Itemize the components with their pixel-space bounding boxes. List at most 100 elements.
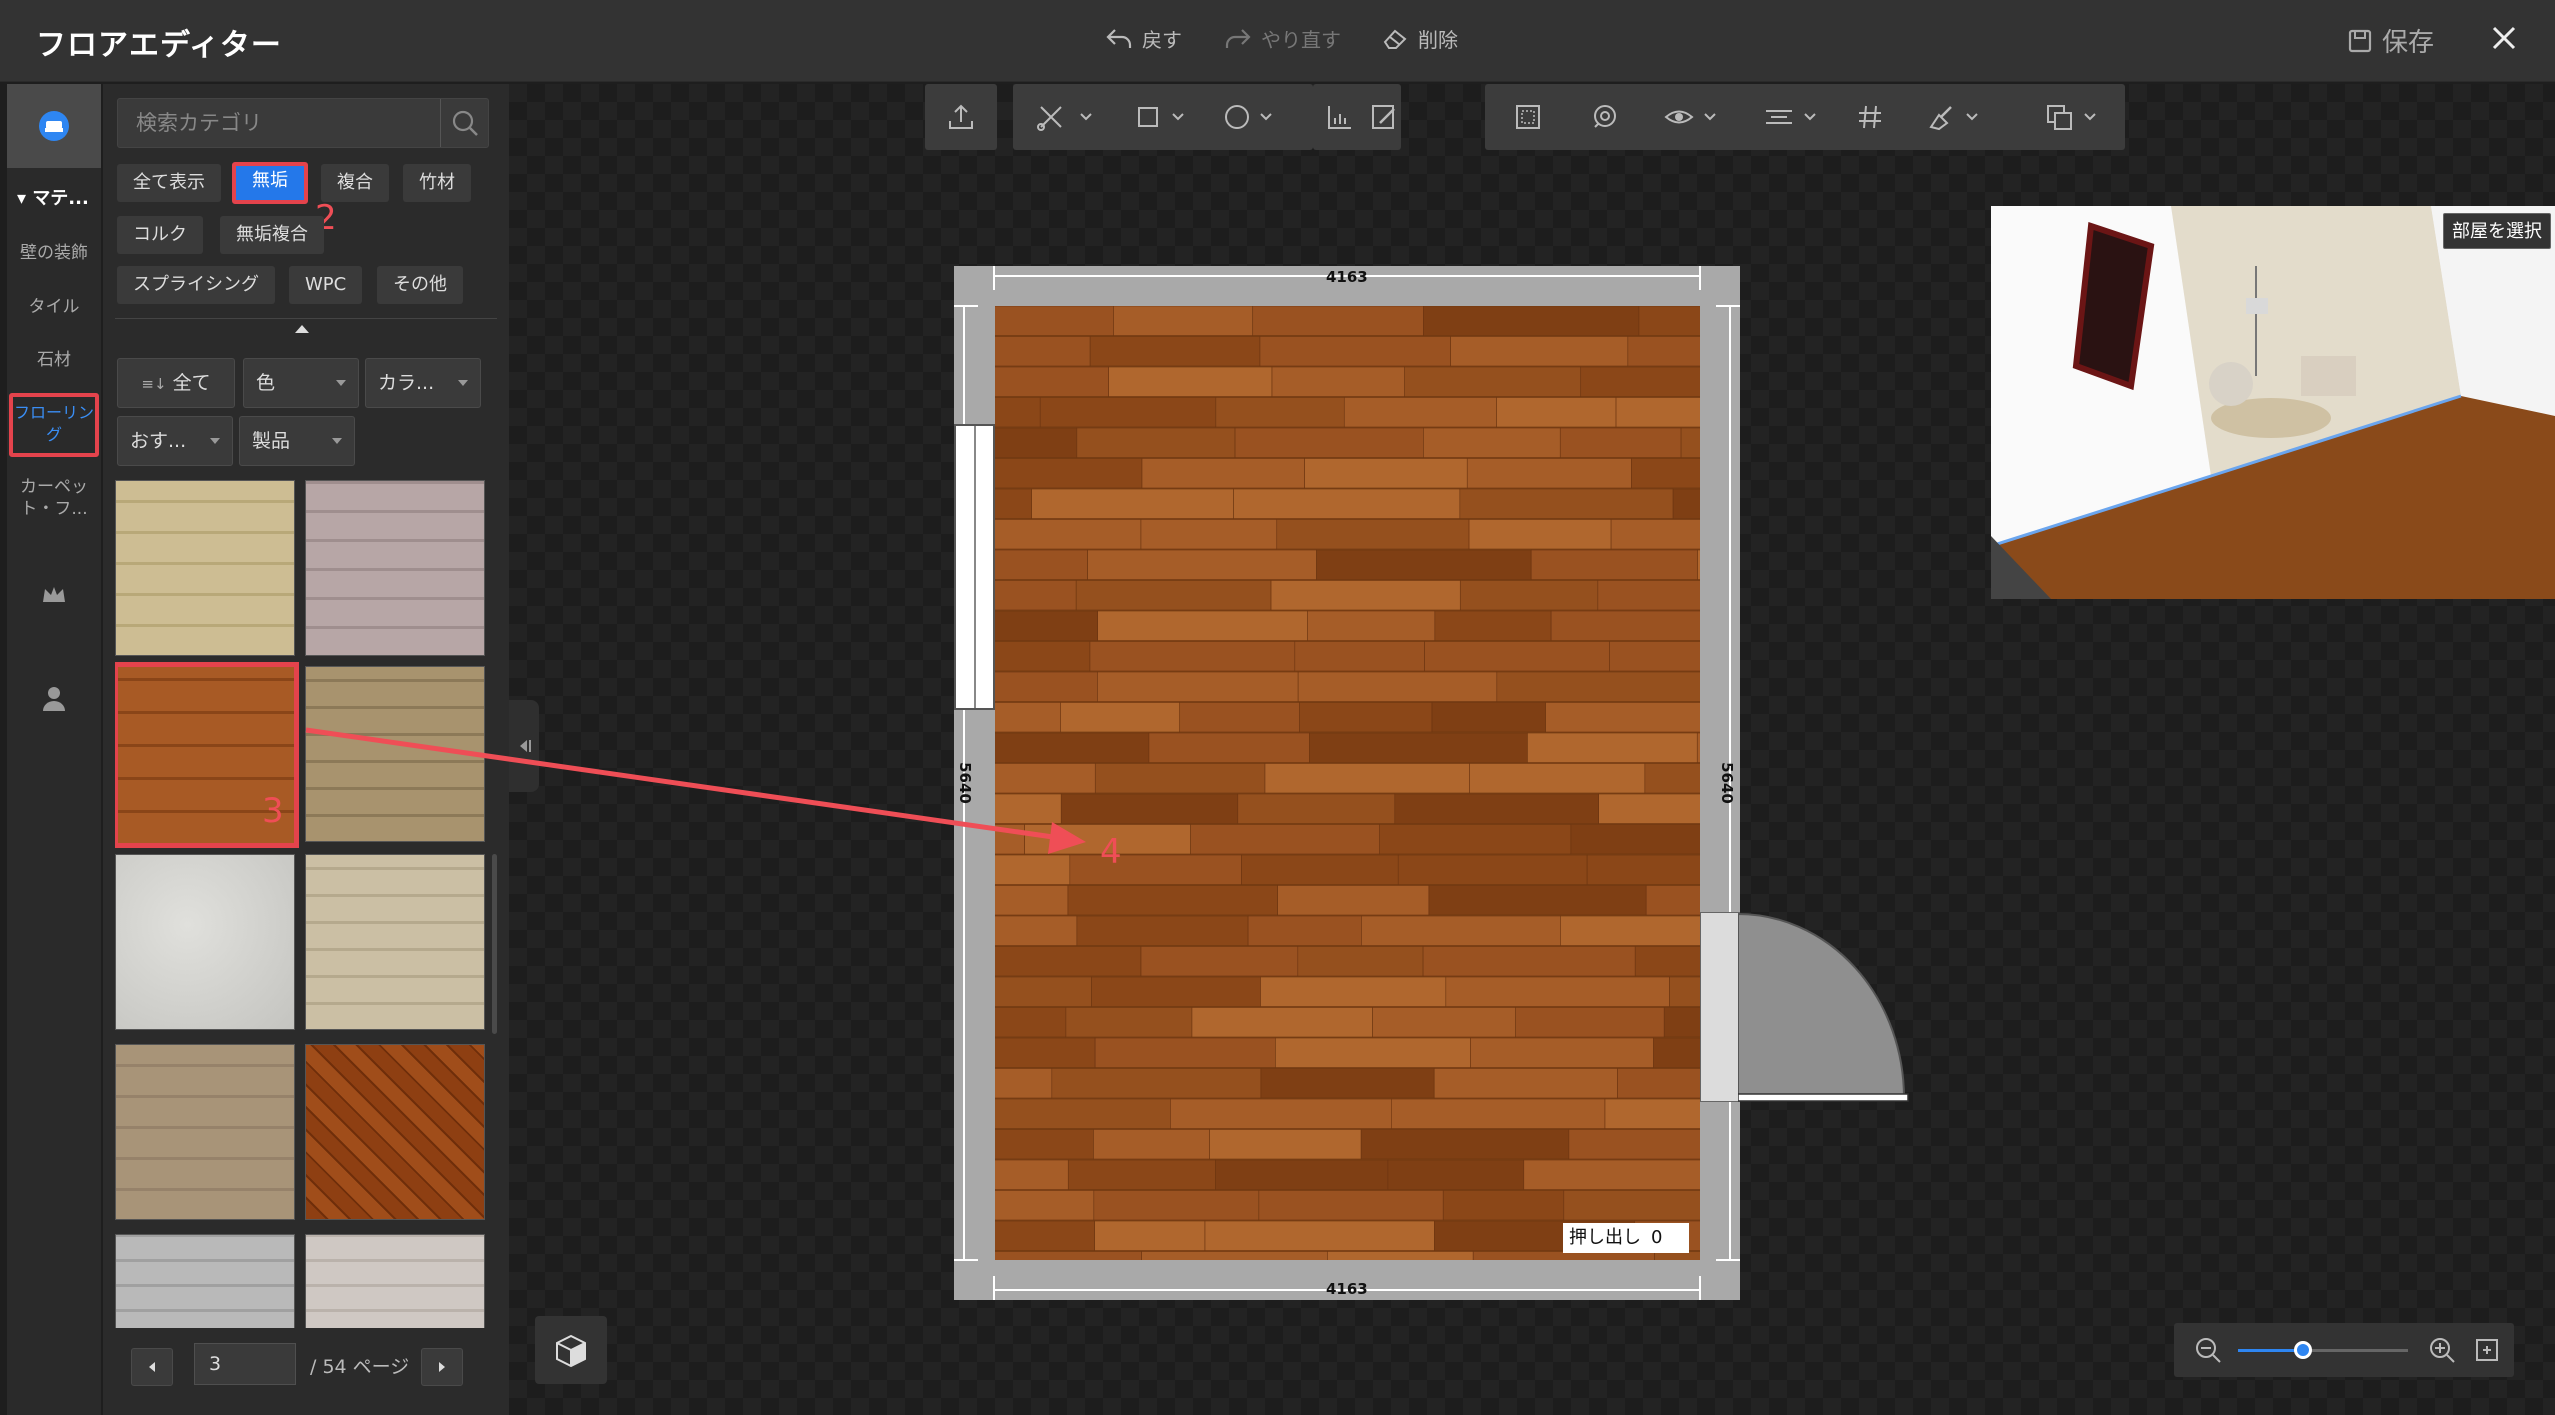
eraser-icon <box>1383 29 1407 49</box>
floor-plank <box>1586 854 1787 885</box>
import-tool[interactable] <box>934 96 988 138</box>
layers-tool[interactable] <box>2035 96 2115 138</box>
chip-other[interactable]: その他 <box>377 266 463 304</box>
close-button[interactable] <box>2484 18 2524 58</box>
rail-item-premium[interactable] <box>7 584 101 612</box>
chip-splicing[interactable]: スプライシング <box>117 266 275 304</box>
chevron-left-icon <box>149 1362 155 1372</box>
rail-item-wall-decor[interactable]: 壁の装飾 <box>7 242 101 264</box>
floor-plank <box>1433 1068 1618 1099</box>
window[interactable] <box>954 424 995 710</box>
floor-plank <box>905 488 1032 519</box>
zoom-in-icon[interactable] <box>2428 1336 2456 1364</box>
door-swing[interactable] <box>1738 912 1910 1102</box>
extrude-field[interactable]: 押し出し 0 <box>1563 1223 1689 1253</box>
floor-plank <box>1550 610 1721 641</box>
edit-tool[interactable] <box>1367 96 1401 138</box>
zoom-slider-thumb[interactable] <box>2293 1341 2312 1359</box>
material-swatch-selected[interactable]: 3 <box>115 662 299 848</box>
floor-plank <box>1031 488 1234 519</box>
select-area-tool[interactable] <box>1501 96 1555 138</box>
chip-solid-wood[interactable]: 無垢 <box>232 162 308 204</box>
material-swatch[interactable] <box>305 854 485 1030</box>
color-dropdown[interactable]: 色 <box>243 358 359 408</box>
select-room-button[interactable]: 部屋を選択 <box>2443 213 2551 249</box>
visibility-tool[interactable] <box>1653 96 1733 138</box>
color2-dropdown[interactable]: カラ... <box>365 358 481 408</box>
floor-plank <box>991 519 1142 550</box>
rail-material-tab[interactable] <box>7 84 101 168</box>
floor-plank <box>1093 1190 1260 1221</box>
delete-button[interactable]: 削除 <box>1382 24 1458 53</box>
product-dropdown[interactable]: 製品 <box>239 416 355 466</box>
material-swatch[interactable] <box>305 1044 485 1220</box>
rail-item-tile[interactable]: タイル <box>7 296 101 318</box>
delete-label: 削除 <box>1418 28 1458 52</box>
color-dropdown-label: 色 <box>256 372 276 394</box>
sort-all-dropdown[interactable]: ≡↓ 全て <box>117 358 235 408</box>
redo-button[interactable]: やり直す <box>1225 24 1341 53</box>
tool-group-measure <box>1313 84 1401 150</box>
floor-plank <box>900 336 1091 367</box>
floor-plank <box>1204 1220 1435 1251</box>
floor-plank <box>1442 1190 1565 1221</box>
material-swatch[interactable] <box>115 854 295 1030</box>
lasso-tool[interactable] <box>1577 96 1631 138</box>
floor-plank <box>1459 488 1674 519</box>
chip-wpc[interactable]: WPC <box>289 266 363 304</box>
page-number-input[interactable] <box>194 1343 296 1385</box>
floor-plank <box>1466 458 1632 489</box>
floor-plank <box>1697 549 1903 580</box>
floor-plank <box>882 366 1109 397</box>
material-swatch[interactable] <box>305 480 485 656</box>
tool-group-draw <box>1013 84 1313 150</box>
floor-plank <box>1468 519 1612 550</box>
material-swatch[interactable] <box>115 1044 295 1220</box>
room-3d-preview[interactable] <box>1991 206 2555 599</box>
prev-page-button[interactable] <box>131 1348 173 1386</box>
window-frame <box>974 426 976 708</box>
save-button[interactable]: 保存 <box>2348 22 2434 59</box>
search-button[interactable] <box>440 99 488 147</box>
door-opening[interactable] <box>1700 912 1740 1102</box>
align-tool[interactable] <box>1753 96 1833 138</box>
rail-section-title[interactable]: ▾ マテ... <box>7 184 101 210</box>
floor-plank <box>1560 915 1738 946</box>
scrollbar[interactable] <box>492 854 497 1034</box>
rail-item-stone[interactable]: 石材 <box>7 349 101 371</box>
chip-cork[interactable]: コルク <box>117 216 203 254</box>
draw-rect-tool[interactable] <box>1125 96 1201 138</box>
dimension-tool[interactable] <box>1313 96 1367 138</box>
floor-plank <box>1252 305 1424 336</box>
recommend-dropdown[interactable]: おす... <box>117 416 233 466</box>
undo-button[interactable]: 戻す <box>1106 24 1182 53</box>
floor-plank <box>1627 336 1760 367</box>
view-3d-button[interactable] <box>535 1316 607 1384</box>
rail-item-flooring[interactable]: フローリング <box>9 393 99 457</box>
rail-item-user[interactable] <box>7 684 101 718</box>
collapse-up-icon[interactable] <box>295 325 309 333</box>
annotation-4: 4 <box>1100 832 1122 872</box>
chip-all[interactable]: 全て表示 <box>117 164 221 202</box>
floor-plank <box>1113 305 1254 336</box>
floor-plank <box>939 1159 1069 1190</box>
next-page-button[interactable] <box>421 1348 463 1386</box>
zoom-slider[interactable] <box>2238 1341 2408 1359</box>
floor-plank <box>1361 915 1561 946</box>
paint-tool[interactable] <box>1915 96 1995 138</box>
grid-tool[interactable] <box>1843 96 1897 138</box>
chip-bamboo[interactable]: 竹材 <box>403 164 471 202</box>
material-swatch[interactable] <box>115 480 295 656</box>
draw-wall-tool[interactable] <box>1027 96 1107 138</box>
rail-item-carpet[interactable]: カーペット・フ... <box>7 476 101 520</box>
floor-plank <box>1470 1037 1654 1068</box>
fit-view-icon[interactable] <box>2474 1337 2500 1363</box>
search-input[interactable] <box>118 99 436 147</box>
draw-circle-tool[interactable] <box>1213 96 1289 138</box>
floor-plank <box>1545 702 1709 733</box>
upload-icon <box>949 104 973 129</box>
floor-plank <box>1327 1251 1474 1282</box>
chip-solid-composite[interactable]: 無垢複合 <box>220 216 324 254</box>
zoom-out-icon[interactable] <box>2194 1336 2222 1364</box>
chip-composite[interactable]: 複合 <box>321 164 389 202</box>
